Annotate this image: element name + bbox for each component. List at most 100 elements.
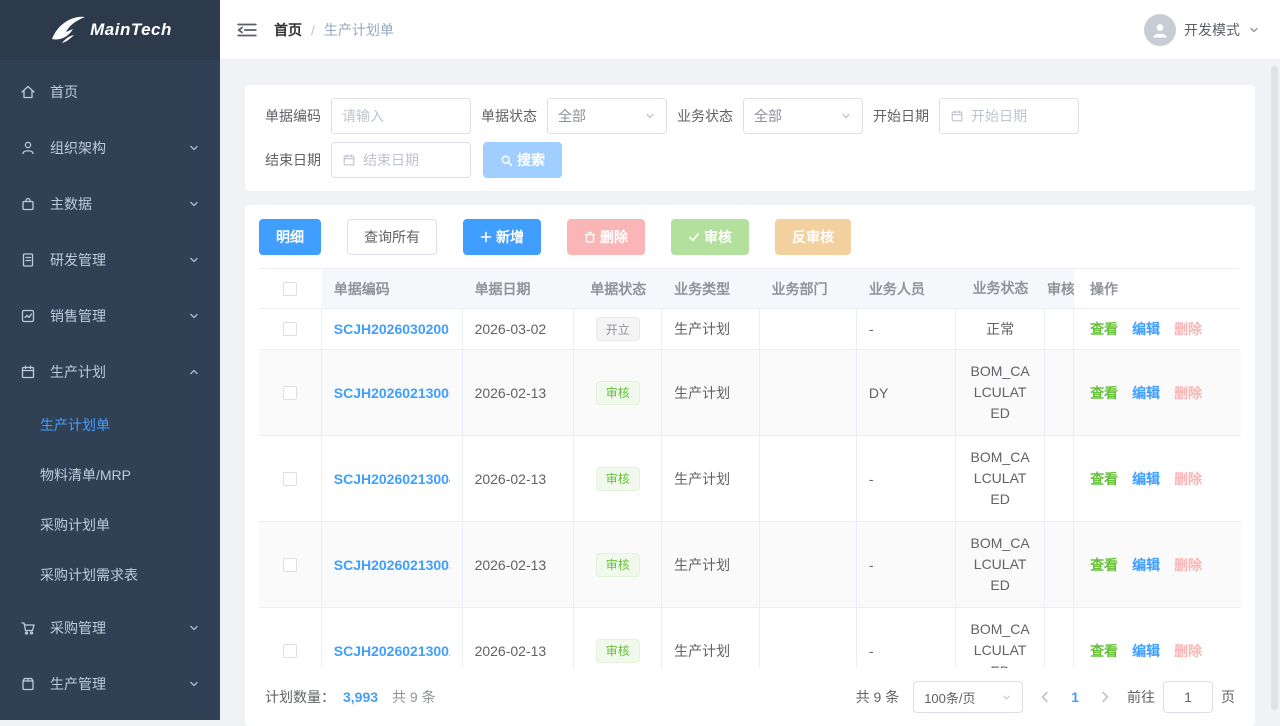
doc-date: 2026-02-13 bbox=[463, 608, 575, 668]
search-button[interactable]: 搜索 bbox=[483, 142, 562, 178]
next-page-icon[interactable] bbox=[1097, 689, 1113, 705]
audit-cell-clipped bbox=[1045, 522, 1074, 607]
sidebar-item-label: 采购计划需求表 bbox=[40, 565, 200, 585]
filter-panel: 单据编码 单据状态 全部 业务状态 全部 开始日期 结束日期 bbox=[245, 85, 1255, 191]
sidebar-item-sales[interactable]: 销售管理 bbox=[0, 288, 220, 344]
column-header: 业务类型 bbox=[662, 269, 759, 308]
plan-count-label: 计划数量： bbox=[265, 687, 335, 707]
plus-icon bbox=[480, 231, 492, 243]
pagination-bar: 计划数量： 3,993 共 9 条 共 9 条 100条/页 1 前往 bbox=[259, 668, 1241, 726]
delete-link[interactable]: 删除 bbox=[1174, 319, 1202, 339]
sidebar-item-master-data[interactable]: 主数据 bbox=[0, 176, 220, 232]
row-checkbox[interactable] bbox=[283, 472, 297, 486]
column-header: 单据日期 bbox=[463, 269, 575, 308]
page-size-select[interactable]: 100条/页 bbox=[913, 681, 1023, 713]
column-header: 业务人员 bbox=[857, 269, 956, 308]
status-badge: 开立 bbox=[596, 317, 640, 341]
row-checkbox[interactable] bbox=[283, 386, 297, 400]
edit-link[interactable]: 编辑 bbox=[1132, 319, 1160, 339]
doc-code-link[interactable]: SCJH20260213002... bbox=[334, 643, 450, 659]
sidebar-item-bom-mrp[interactable]: 物料清单/MRP bbox=[0, 450, 220, 500]
select-all-checkbox[interactable] bbox=[283, 282, 297, 296]
detail-button[interactable]: 明细 bbox=[259, 219, 321, 255]
doc-code-input[interactable] bbox=[331, 98, 471, 134]
view-link[interactable]: 查看 bbox=[1090, 641, 1118, 661]
end-date-field[interactable] bbox=[363, 152, 460, 168]
view-link[interactable]: 查看 bbox=[1090, 383, 1118, 403]
table-row: SCJH20260302001... 2026-03-02 开立 生产计划 - … bbox=[259, 309, 1241, 350]
breadcrumb-home[interactable]: 首页 bbox=[274, 20, 302, 40]
biz-type: 生产计划 bbox=[662, 350, 759, 435]
doc-code-link[interactable]: SCJH20260213003... bbox=[334, 557, 450, 573]
brand-logo: MainTech bbox=[0, 0, 220, 60]
goto-suffix: 页 bbox=[1221, 687, 1235, 707]
avatar bbox=[1144, 14, 1176, 46]
chevron-down-icon bbox=[188, 142, 200, 154]
doc-code-link[interactable]: SCJH20260213005... bbox=[334, 385, 450, 401]
biz-status: BOM_CALCULATED bbox=[956, 522, 1045, 607]
doc-status-select[interactable]: 全部 bbox=[547, 98, 667, 134]
sidebar-item-production-plan[interactable]: 生产计划 bbox=[0, 344, 220, 400]
sidebar-item-org[interactable]: 组织架构 bbox=[0, 120, 220, 176]
audit-button[interactable]: 审核 bbox=[671, 219, 749, 255]
biz-type: 生产计划 bbox=[662, 608, 759, 668]
page-scrollbar[interactable] bbox=[1271, 66, 1278, 710]
delete-link[interactable]: 删除 bbox=[1174, 641, 1202, 661]
sidebar-item-label: 生产计划单 bbox=[40, 415, 200, 435]
sidebar-item-home[interactable]: 首页 bbox=[0, 64, 220, 120]
biz-dept bbox=[760, 309, 857, 349]
edit-link[interactable]: 编辑 bbox=[1132, 469, 1160, 489]
chevron-down-icon bbox=[188, 622, 200, 634]
view-link[interactable]: 查看 bbox=[1090, 555, 1118, 575]
doc-status-label: 单据状态 bbox=[481, 106, 537, 126]
end-date-label: 结束日期 bbox=[265, 150, 321, 170]
edit-link[interactable]: 编辑 bbox=[1132, 555, 1160, 575]
row-checkbox[interactable] bbox=[283, 322, 297, 336]
biz-status-select[interactable]: 全部 bbox=[743, 98, 863, 134]
data-table: 单据编码 单据日期 单据状态 业务类型 业务部门 业务人员 业务状态 审核 操作… bbox=[259, 268, 1241, 668]
sidebar-item-production-plan-order[interactable]: 生产计划单 bbox=[0, 400, 220, 450]
column-header-clipped: 审核 bbox=[1045, 269, 1074, 308]
delete-link[interactable]: 删除 bbox=[1174, 555, 1202, 575]
unaudit-button[interactable]: 反审核 bbox=[775, 219, 851, 255]
add-button[interactable]: 新增 bbox=[463, 219, 541, 255]
chevron-down-icon bbox=[188, 310, 200, 322]
calendar-icon bbox=[342, 153, 356, 167]
sidebar: MainTech 首页 组织架构 主数据 研发管理 bbox=[0, 0, 220, 720]
sidebar-item-purchasing[interactable]: 采购管理 bbox=[0, 600, 220, 656]
chevron-down-icon bbox=[188, 678, 200, 690]
edit-link[interactable]: 编辑 bbox=[1132, 641, 1160, 661]
end-date-picker[interactable] bbox=[331, 142, 471, 178]
biz-person: - bbox=[857, 522, 956, 607]
view-link[interactable]: 查看 bbox=[1090, 469, 1118, 489]
table-row: SCJH20260213002... 2026-02-13 审核 生产计划 - … bbox=[259, 608, 1241, 668]
user-menu[interactable]: 开发模式 bbox=[1144, 14, 1260, 46]
chevron-down-icon bbox=[1001, 692, 1012, 703]
query-all-button[interactable]: 查询所有 bbox=[347, 219, 437, 255]
delete-link[interactable]: 删除 bbox=[1174, 383, 1202, 403]
row-checkbox[interactable] bbox=[283, 558, 297, 572]
sidebar-item-rd[interactable]: 研发管理 bbox=[0, 232, 220, 288]
sidebar-item-purchase-plan-demand[interactable]: 采购计划需求表 bbox=[0, 550, 220, 600]
audit-button-label: 审核 bbox=[704, 227, 732, 247]
calendar-icon bbox=[20, 364, 36, 380]
sidebar-item-manufacturing[interactable]: 生产管理 bbox=[0, 656, 220, 712]
collapse-sidebar-icon[interactable] bbox=[236, 19, 258, 41]
doc-code-field[interactable] bbox=[342, 108, 460, 124]
delete-button[interactable]: 删除 bbox=[567, 219, 645, 255]
chevron-down-icon bbox=[188, 254, 200, 266]
sidebar-item-purchase-plan-order[interactable]: 采购计划单 bbox=[0, 500, 220, 550]
doc-code-link[interactable]: SCJH20260213004... bbox=[334, 471, 450, 487]
start-date-picker[interactable] bbox=[939, 98, 1079, 134]
goto-page-input[interactable] bbox=[1163, 681, 1213, 713]
page-number[interactable]: 1 bbox=[1067, 689, 1083, 705]
row-checkbox[interactable] bbox=[283, 644, 297, 658]
doc-code-link[interactable]: SCJH20260302001... bbox=[334, 321, 450, 337]
prev-page-icon[interactable] bbox=[1037, 689, 1053, 705]
edit-link[interactable]: 编辑 bbox=[1132, 383, 1160, 403]
audit-cell-clipped bbox=[1045, 309, 1074, 349]
start-date-field[interactable] bbox=[971, 108, 1068, 124]
delete-link[interactable]: 删除 bbox=[1174, 469, 1202, 489]
view-link[interactable]: 查看 bbox=[1090, 319, 1118, 339]
calendar-icon bbox=[950, 109, 964, 123]
